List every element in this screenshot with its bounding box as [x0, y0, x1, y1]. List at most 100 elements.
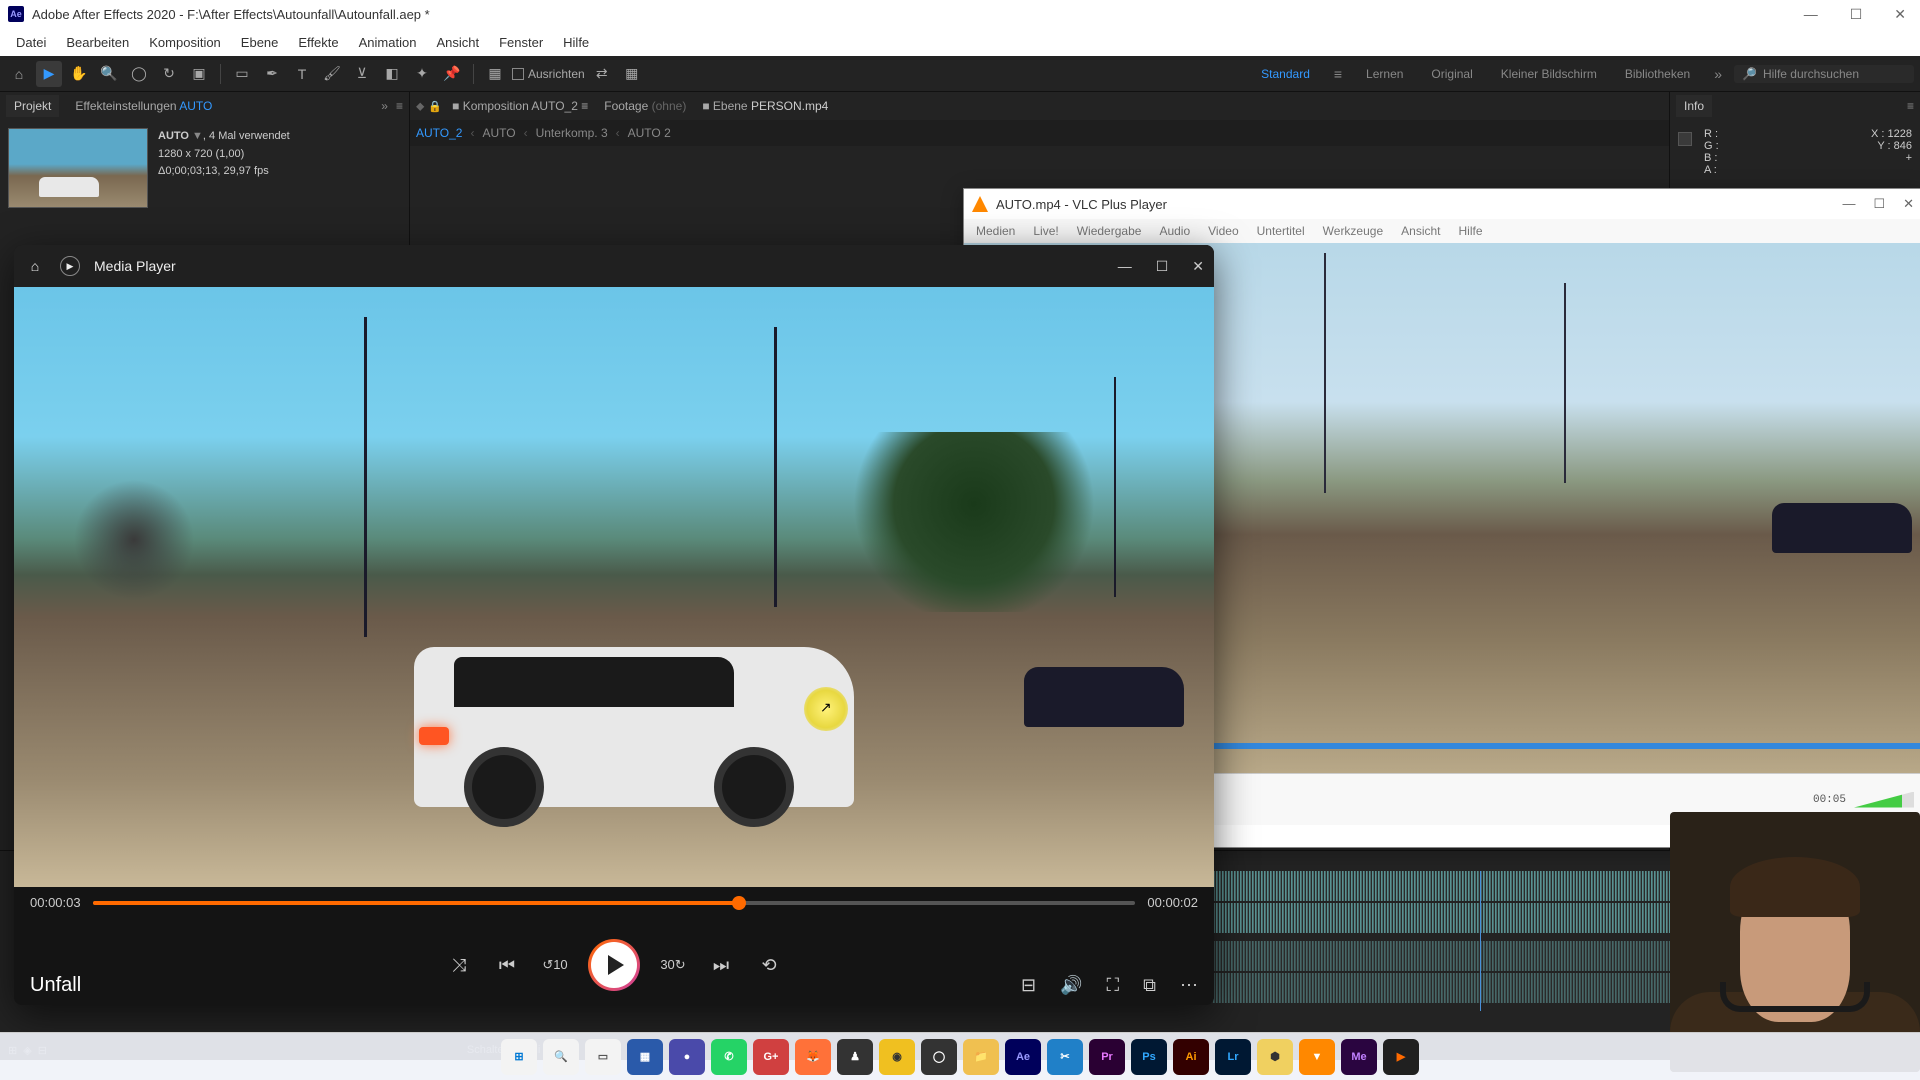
play-button[interactable]: [588, 939, 640, 991]
shape-fill-icon[interactable]: ▦: [482, 61, 508, 87]
timeline-playhead[interactable]: [1480, 871, 1481, 1011]
forward-30-icon[interactable]: 30↻: [658, 957, 688, 973]
vlc-menu-hilfe[interactable]: Hilfe: [1451, 222, 1491, 240]
pen-tool-icon[interactable]: ✒: [259, 61, 285, 87]
menu-animation[interactable]: Animation: [351, 33, 425, 52]
taskbar-app-3[interactable]: ▦: [627, 1039, 663, 1075]
nav-auto2[interactable]: AUTO_2: [416, 126, 462, 140]
repeat-icon[interactable]: ⟲: [754, 955, 784, 976]
vlc-menu-werkzeuge[interactable]: Werkzeuge: [1315, 222, 1391, 240]
nav-auto-2b[interactable]: AUTO 2: [628, 126, 671, 140]
menu-ansicht[interactable]: Ansicht: [428, 33, 487, 52]
vlc-menu-video[interactable]: Video: [1200, 222, 1246, 240]
orbit-tool-icon[interactable]: ◯: [126, 61, 152, 87]
taskbar-app-11[interactable]: 📁: [963, 1039, 999, 1075]
lock-icon[interactable]: 🔒: [428, 100, 442, 113]
project-thumbnail[interactable]: [8, 128, 148, 208]
nav-unterkomp[interactable]: Unterkomp. 3: [536, 126, 608, 140]
vlc-menu-live[interactable]: Live!: [1025, 222, 1066, 240]
brush-tool-icon[interactable]: 🖌: [319, 61, 345, 87]
minimize-button[interactable]: —: [1798, 6, 1824, 23]
menu-datei[interactable]: Datei: [8, 33, 54, 52]
mini-player-icon[interactable]: ⧉: [1143, 975, 1156, 996]
workspace-lernen[interactable]: Lernen: [1354, 67, 1415, 81]
menu-ebene[interactable]: Ebene: [233, 33, 287, 52]
rotate-tool-icon[interactable]: ↻: [156, 61, 182, 87]
home-tool-icon[interactable]: ⌂: [6, 61, 32, 87]
hand-tool-icon[interactable]: ✋: [66, 61, 92, 87]
vlc-close-button[interactable]: ✕: [1903, 196, 1914, 212]
selection-tool-icon[interactable]: ▶: [36, 61, 62, 87]
workspace-original[interactable]: Original: [1419, 67, 1484, 81]
zoom-tool-icon[interactable]: 🔍: [96, 61, 122, 87]
taskbar-app-21[interactable]: ▶: [1383, 1039, 1419, 1075]
volume-icon[interactable]: 🔊: [1060, 975, 1082, 996]
taskbar-app-9[interactable]: ◉: [879, 1039, 915, 1075]
fullscreen-icon[interactable]: ⛶: [1107, 975, 1120, 996]
vlc-titlebar[interactable]: AUTO.mp4 - VLC Plus Player — ☐ ✕: [964, 189, 1920, 219]
taskbar-app-17[interactable]: Lr: [1215, 1039, 1251, 1075]
nav-auto[interactable]: AUTO: [482, 126, 515, 140]
taskbar-app-4[interactable]: ●: [669, 1039, 705, 1075]
vlc-menu-audio[interactable]: Audio: [1151, 222, 1198, 240]
menu-fenster[interactable]: Fenster: [491, 33, 551, 52]
composition-tab[interactable]: ■ Komposition AUTO_2 ≡: [446, 95, 594, 117]
menu-komposition[interactable]: Komposition: [141, 33, 229, 52]
taskbar-app-2[interactable]: ▭: [585, 1039, 621, 1075]
taskbar-app-5[interactable]: ✆: [711, 1039, 747, 1075]
panel-menu-icon[interactable]: ≡: [396, 99, 403, 113]
next-track-icon[interactable]: ⏭: [706, 955, 736, 976]
vlc-menu-ansicht[interactable]: Ansicht: [1393, 222, 1448, 240]
ws-menu-icon[interactable]: ≡: [1334, 66, 1342, 82]
prev-track-icon[interactable]: ⏮: [492, 955, 522, 976]
workspace-bibliotheken[interactable]: Bibliotheken: [1613, 67, 1702, 81]
shuffle-icon[interactable]: ⤨: [444, 955, 474, 976]
layer-tab[interactable]: ■ Ebene PERSON.mp4: [696, 95, 834, 117]
workspace-standard[interactable]: Standard: [1249, 67, 1322, 81]
mp-close-button[interactable]: ✕: [1192, 258, 1204, 275]
mp-minimize-button[interactable]: —: [1118, 258, 1132, 275]
rect-tool-icon[interactable]: ▭: [229, 61, 255, 87]
mp-maximize-button[interactable]: ☐: [1156, 258, 1169, 275]
rewind-10-icon[interactable]: ↺10: [540, 957, 570, 973]
vlc-menu-untertitel[interactable]: Untertitel: [1249, 222, 1313, 240]
taskbar-app-8[interactable]: ♟: [837, 1039, 873, 1075]
vlc-volume-slider[interactable]: [1854, 792, 1914, 808]
taskbar-app-10[interactable]: ◯: [921, 1039, 957, 1075]
mp-titlebar[interactable]: ⌂ ▶ Media Player — ☐ ✕: [14, 245, 1214, 287]
taskbar-app-6[interactable]: G+: [753, 1039, 789, 1075]
info-tab[interactable]: Info: [1676, 95, 1712, 117]
menu-hilfe[interactable]: Hilfe: [555, 33, 597, 52]
vlc-minimize-button[interactable]: —: [1842, 196, 1855, 212]
taskbar-app-14[interactable]: Pr: [1089, 1039, 1125, 1075]
project-tab[interactable]: Projekt: [6, 95, 59, 117]
menu-effekte[interactable]: Effekte: [290, 33, 346, 52]
taskbar-app-7[interactable]: 🦊: [795, 1039, 831, 1075]
clone-tool-icon[interactable]: ⊻: [349, 61, 375, 87]
vlc-menu-wiedergabe[interactable]: Wiedergabe: [1069, 222, 1150, 240]
ws-expand-icon[interactable]: »: [1714, 66, 1722, 82]
menu-bearbeiten[interactable]: Bearbeiten: [58, 33, 137, 52]
grid-icon[interactable]: ▦: [619, 61, 645, 87]
mp-seekbar[interactable]: [93, 901, 1136, 905]
subtitles-icon[interactable]: ⊟: [1021, 975, 1036, 996]
mp-video-area[interactable]: [14, 287, 1214, 887]
vlc-maximize-button[interactable]: ☐: [1873, 196, 1885, 212]
taskbar-app-12[interactable]: Ae: [1005, 1039, 1041, 1075]
eraser-tool-icon[interactable]: ◧: [379, 61, 405, 87]
mp-seek-thumb[interactable]: [732, 896, 746, 910]
taskbar-app-20[interactable]: Me: [1341, 1039, 1377, 1075]
taskbar-app-16[interactable]: Ai: [1173, 1039, 1209, 1075]
camera-tool-icon[interactable]: ▣: [186, 61, 212, 87]
taskbar-app-19[interactable]: ▼: [1299, 1039, 1335, 1075]
workspace-kleiner[interactable]: Kleiner Bildschirm: [1489, 67, 1609, 81]
panel-expand-icon[interactable]: »: [381, 99, 388, 113]
roto-tool-icon[interactable]: ✦: [409, 61, 435, 87]
text-tool-icon[interactable]: T: [289, 61, 315, 87]
effect-controls-tab[interactable]: Effekteinstellungen AUTO: [67, 95, 220, 117]
footage-tab[interactable]: Footage (ohne): [598, 95, 692, 117]
taskbar-app-18[interactable]: ⬢: [1257, 1039, 1293, 1075]
home-icon[interactable]: ⌂: [24, 255, 46, 277]
comp-panel-prev-icon[interactable]: ⬥: [416, 99, 424, 114]
taskbar-app-0[interactable]: ⊞: [501, 1039, 537, 1075]
